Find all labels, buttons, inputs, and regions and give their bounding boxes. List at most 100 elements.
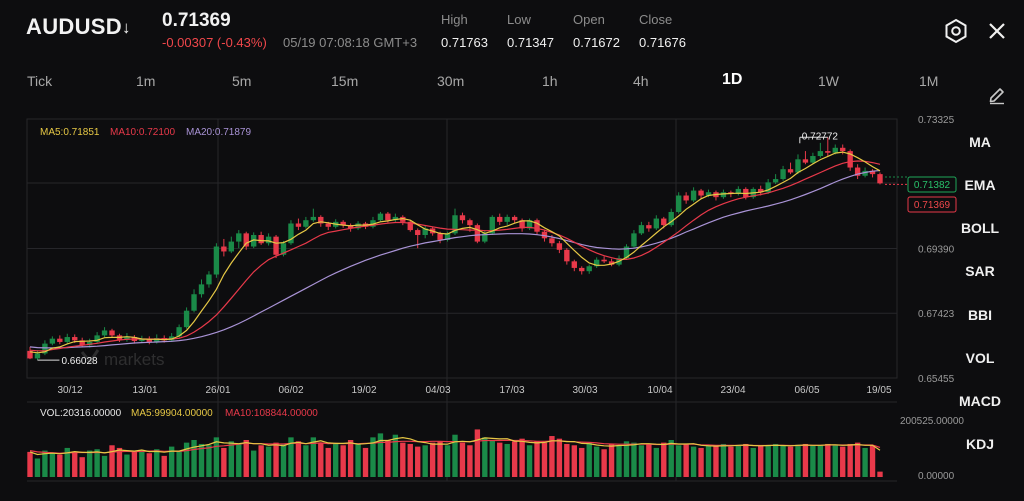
- volume-bar: [27, 451, 33, 477]
- candle-body: [840, 147, 846, 152]
- candle-body: [534, 220, 540, 232]
- candle-body: [653, 218, 659, 229]
- volume-bar: [690, 446, 697, 477]
- candle-body: [817, 151, 824, 157]
- candle-body: [832, 147, 838, 153]
- candle-body: [221, 246, 227, 252]
- volume-bar: [862, 447, 868, 477]
- volume-bar: [840, 446, 846, 477]
- volume-bar: [854, 442, 861, 477]
- volume-bar: [355, 443, 361, 477]
- candle-body: [310, 216, 317, 221]
- volume-bar: [191, 439, 197, 477]
- volume-bar: [72, 451, 78, 477]
- candle-body: [638, 225, 645, 234]
- annotations: 0.72772 0.66028 0.71382 0.71369: [37, 131, 957, 367]
- volume-bar: [101, 455, 108, 477]
- ma5-line: [29, 151, 881, 354]
- volume-bar: [720, 443, 727, 477]
- volume-bar: [593, 446, 600, 477]
- volume-bar: [601, 449, 607, 477]
- candle-body: [780, 169, 786, 180]
- candle-body: [228, 241, 234, 252]
- candle-body: [802, 159, 809, 163]
- vol-legend: VOL:20316.00000: [40, 408, 122, 419]
- candle-body: [101, 330, 108, 336]
- volume-bar: [541, 442, 548, 477]
- candle-body: [720, 192, 727, 198]
- ma5-legend: MA5:0.71851: [40, 127, 100, 138]
- candle-body: [72, 337, 78, 341]
- candle-body: [236, 233, 242, 242]
- date-axis-label: 26/01: [205, 385, 230, 396]
- red-price-tag: 0.71369: [914, 200, 951, 211]
- volume-bar: [825, 443, 831, 477]
- candle-body: [556, 243, 563, 250]
- candle-body: [109, 330, 115, 336]
- volume-bar: [795, 444, 801, 477]
- volume-bar: [146, 453, 152, 477]
- candle-body: [474, 225, 481, 242]
- volume-bar: [340, 445, 346, 477]
- volume-axis-max: 200525.00000: [900, 416, 964, 427]
- date-axis-label: 04/03: [425, 385, 450, 396]
- volume-bar: [57, 454, 63, 477]
- candle-body: [49, 338, 56, 344]
- candle-body: [601, 259, 607, 262]
- volume-bar: [676, 445, 682, 477]
- candle-body: [303, 220, 309, 227]
- vol-ma5-legend: MA5:99904.00000: [131, 408, 213, 419]
- volume-bar: [161, 455, 167, 477]
- candle-body: [772, 179, 779, 183]
- min-price-label: 0.66028: [61, 356, 98, 367]
- candle-body: [183, 310, 190, 328]
- candle-body: [198, 284, 205, 295]
- volume-bar: [653, 447, 659, 477]
- volume-bar: [877, 471, 883, 477]
- volume-bar: [79, 457, 85, 477]
- volume-bar: [437, 441, 443, 477]
- volume-bar: [86, 450, 93, 477]
- candle-body: [325, 223, 331, 227]
- volume-bar: [526, 445, 533, 477]
- volume-bar: [124, 454, 130, 477]
- volume-bar: [49, 453, 56, 477]
- volume-bar: [608, 443, 615, 477]
- volume-bar: [698, 447, 704, 477]
- candle-body: [295, 223, 302, 227]
- chart-canvas[interactable]: MA5:0.71851 MA10:0.72100 MA20:0.71879 ma…: [0, 0, 1024, 501]
- candle-body: [549, 238, 555, 244]
- candle-body: [191, 294, 197, 311]
- volume-bar: [347, 439, 354, 477]
- date-axis-label: 19/02: [351, 385, 376, 396]
- watermark-text: markets: [104, 350, 164, 369]
- candle-body: [646, 225, 652, 229]
- volume-bar: [139, 450, 145, 477]
- date-axis: 30/12 13/01 26/01 06/02 19/02 04/03 17/03 30/03…: [57, 385, 891, 396]
- volume-bar: [295, 441, 302, 477]
- candle-body: [683, 195, 689, 201]
- volume-bar: [802, 443, 809, 477]
- volume-bar: [318, 442, 324, 477]
- ma20-legend: MA20:0.71879: [186, 127, 251, 138]
- volume-bar: [489, 439, 495, 477]
- volume-bar: [34, 458, 41, 477]
- volume-bar: [758, 445, 764, 477]
- volume-bar: [429, 442, 436, 477]
- volume-bar: [362, 447, 369, 477]
- candle-body: [497, 216, 503, 222]
- volume-bar: [661, 442, 667, 477]
- volume-bar: [251, 450, 257, 477]
- volume-bar: [497, 442, 503, 477]
- volume-bar: [94, 449, 100, 477]
- volume-bar: [735, 445, 742, 477]
- volume-bar: [407, 443, 413, 477]
- volume-bar: [646, 443, 652, 477]
- volume-bar: [385, 439, 391, 477]
- candle-body: [265, 236, 272, 244]
- volume-bar: [154, 449, 160, 477]
- candle-body: [586, 266, 592, 272]
- volume-bar: [750, 447, 756, 477]
- candle-body: [213, 246, 220, 275]
- volume-bar: [325, 447, 331, 477]
